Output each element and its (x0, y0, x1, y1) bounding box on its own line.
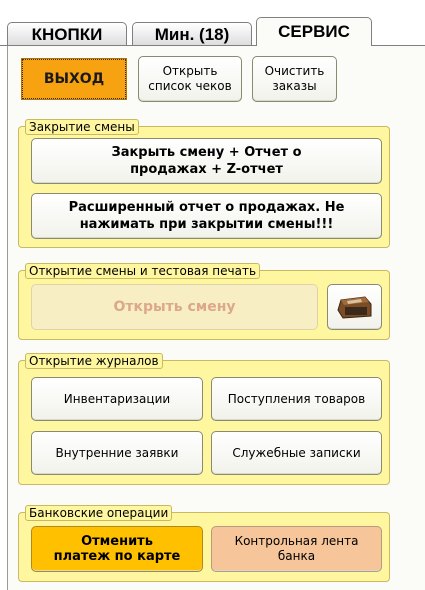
bank-control-tape-button[interactable]: Контрольная лента банка (211, 526, 382, 572)
exit-button[interactable]: ВЫХОД (21, 58, 127, 100)
inventory-journal-button[interactable]: Инвентаризации (31, 377, 203, 421)
memos-journal-button[interactable]: Служебные записки (211, 431, 382, 475)
open-shift-button[interactable]: Открыть смену (31, 284, 318, 330)
tab-buttons[interactable]: КНОПКИ (7, 22, 127, 46)
journals-legend: Открытие журналов (25, 353, 163, 369)
tab-service[interactable]: СЕРВИС (256, 17, 372, 46)
receipt-printer-icon (336, 296, 371, 319)
goods-receipt-journal-button[interactable]: Поступления товаров (211, 377, 382, 421)
shift-open-legend: Открытие смены и тестовая печать (25, 263, 261, 279)
cancel-card-payment-button[interactable]: Отменить платеж по карте (31, 526, 203, 572)
tab-bar: КНОПКИ Мин. (18) СЕРВИС (0, 0, 425, 46)
clear-orders-button[interactable]: Очистить заказы (252, 56, 337, 102)
extended-sales-report-button[interactable]: Расширенный отчет о продажах. Не нажимат… (31, 193, 382, 239)
bank-operations-legend: Банковские операции (25, 505, 173, 521)
close-shift-button[interactable]: Закрыть смену + Отчет о продажах + Z-отч… (31, 138, 382, 184)
tab-min[interactable]: Мин. (18) (132, 22, 252, 46)
test-print-button[interactable] (327, 284, 382, 330)
shift-close-legend: Закрытие смены (25, 119, 139, 135)
open-receipts-list-button[interactable]: Открыть список чеков (138, 56, 242, 102)
internal-requests-journal-button[interactable]: Внутренние заявки (31, 431, 203, 475)
